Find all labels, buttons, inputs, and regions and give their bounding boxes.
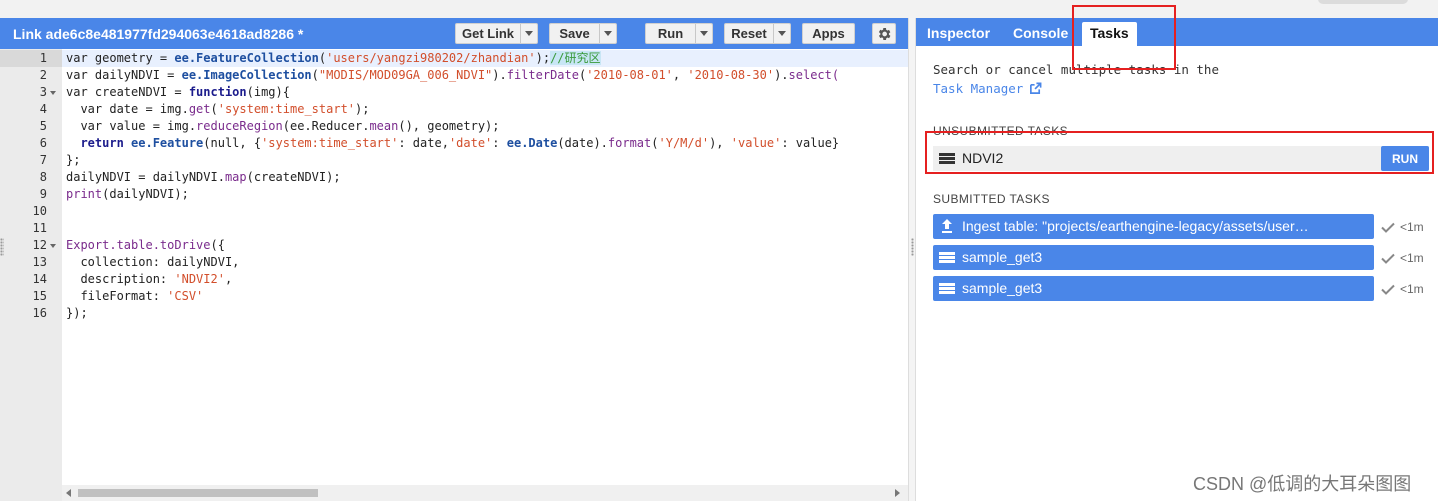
task-duration: <1m [1400, 251, 1424, 265]
line-number: 5 [39, 119, 47, 133]
code-line[interactable]: return ee.Feature(null, {'system:time_st… [66, 135, 839, 152]
tab-inspector[interactable]: Inspector [927, 25, 990, 41]
apps-button[interactable]: Apps [802, 23, 855, 44]
submitted-tasks-header: SUBMITTED TASKS [933, 192, 1050, 206]
code-line[interactable]: fileFormat: 'CSV' [66, 288, 203, 305]
line-number: 4 [39, 102, 47, 116]
gear-icon [878, 27, 891, 40]
line-number: 10 [32, 204, 47, 218]
browser-top-strip [0, 0, 1438, 18]
reset-label: Reset [731, 26, 767, 41]
line-number: 6 [39, 136, 47, 150]
check-icon [1381, 253, 1395, 264]
editor-header: Link ade6c8e481977fd294063e4618ad8286 * … [0, 18, 908, 49]
submitted-task-row[interactable]: Ingest table: "projects/earthengine-lega… [933, 214, 1374, 239]
line-number: 16 [32, 306, 47, 320]
code-editor-panel: Link ade6c8e481977fd294063e4618ad8286 * … [0, 18, 908, 501]
get-link-button[interactable]: Get Link [455, 23, 538, 44]
line-number: 11 [32, 221, 47, 235]
line-number: 3 [39, 85, 47, 99]
chevron-down-icon [604, 31, 612, 36]
code-line[interactable]: description: 'NDVI2', [66, 271, 232, 288]
panel-tab-bar: Inspector Console Tasks [916, 18, 1438, 46]
line-number: 1 [39, 51, 47, 65]
task-name: sample_get3 [962, 249, 1043, 265]
fold-arrow-icon[interactable] [50, 91, 56, 95]
task-duration: <1m [1400, 220, 1424, 234]
check-icon [1381, 222, 1395, 233]
code-line[interactable]: }; [66, 152, 80, 169]
task-manager-link[interactable]: Task Manager [933, 81, 1042, 96]
script-title[interactable]: Link ade6c8e481977fd294063e4618ad8286 * [13, 26, 303, 42]
upload-icon [942, 219, 952, 233]
table-icon [939, 283, 955, 294]
chevron-down-icon [700, 31, 708, 36]
code-line[interactable]: var geometry = ee.FeatureCollection('use… [66, 50, 601, 67]
reset-button[interactable]: Reset [724, 23, 791, 44]
check-icon [1381, 284, 1395, 295]
annotation-box-unsubmitted-task [925, 131, 1434, 174]
table-icon [939, 252, 955, 263]
code-line[interactable]: var dailyNDVI = ee.ImageCollection("MODI… [66, 67, 839, 84]
get-link-dropdown[interactable] [520, 24, 537, 43]
run-label: Run [657, 26, 684, 41]
line-number: 8 [39, 170, 47, 184]
line-number: 15 [32, 289, 47, 303]
get-link-label: Get Link [461, 26, 514, 41]
tab-console[interactable]: Console [1013, 25, 1068, 41]
settings-button[interactable] [872, 23, 896, 44]
task-status: <1m [1381, 251, 1424, 265]
task-status: <1m [1381, 220, 1424, 234]
save-label: Save [559, 26, 590, 41]
code-line[interactable]: print(dailyNDVI); [66, 186, 189, 203]
save-dropdown[interactable] [599, 24, 616, 43]
code-line[interactable]: Export.table.toDrive({ [66, 237, 225, 254]
line-number: 13 [32, 255, 47, 269]
annotation-box-tasks-tab [1072, 5, 1176, 70]
line-number-gutter: 1 2 3 4 5 6 7 8 9 10 11 12 13 14 15 16 [0, 49, 62, 501]
code-line[interactable]: dailyNDVI = dailyNDVI.map(createNDVI); [66, 169, 341, 186]
code-line[interactable]: var date = img.get('system:time_start'); [66, 101, 369, 118]
task-name: Ingest table: "projects/earthengine-lega… [962, 218, 1309, 234]
apps-label: Apps [812, 26, 845, 41]
line-number: 9 [39, 187, 47, 201]
run-button[interactable]: Run [645, 23, 713, 44]
horizontal-scrollbar[interactable] [62, 485, 908, 501]
submitted-task-row[interactable]: sample_get3 [933, 276, 1374, 301]
save-button[interactable]: Save [549, 23, 617, 44]
panel-splitter[interactable] [908, 18, 916, 501]
task-manager-link-label: Task Manager [933, 81, 1024, 96]
line-number: 14 [32, 272, 47, 286]
code-line[interactable]: collection: dailyNDVI, [66, 254, 239, 271]
code-area[interactable]: var geometry = ee.FeatureCollection('use… [62, 49, 908, 501]
open-in-new-icon [1030, 82, 1042, 94]
drag-handle-icon[interactable] [911, 238, 914, 256]
code-line[interactable]: var createNDVI = function(img){ [66, 84, 290, 101]
run-dropdown[interactable] [695, 24, 712, 43]
line-number: 2 [39, 68, 47, 82]
task-duration: <1m [1400, 282, 1424, 296]
code-line[interactable]: }); [66, 305, 88, 322]
line-number: 7 [39, 153, 47, 167]
line-number: 12 [32, 238, 47, 252]
left-resize-grip[interactable] [0, 238, 4, 256]
task-status: <1m [1381, 282, 1424, 296]
chevron-down-icon [525, 31, 533, 36]
fold-arrow-icon[interactable] [50, 244, 56, 248]
reset-dropdown[interactable] [773, 24, 790, 43]
tasks-panel: Inspector Console Tasks Search or cancel… [916, 18, 1438, 501]
submitted-task-row[interactable]: sample_get3 [933, 245, 1374, 270]
chevron-down-icon [778, 31, 786, 36]
scroll-right-icon[interactable] [895, 489, 900, 497]
scrollbar-thumb[interactable] [78, 489, 318, 497]
scroll-left-icon[interactable] [66, 489, 71, 497]
watermark: CSDN @低调的大耳朵图图 [1193, 474, 1412, 494]
code-line[interactable]: var value = img.reduceRegion(ee.Reducer.… [66, 118, 499, 135]
task-name: sample_get3 [962, 280, 1043, 296]
